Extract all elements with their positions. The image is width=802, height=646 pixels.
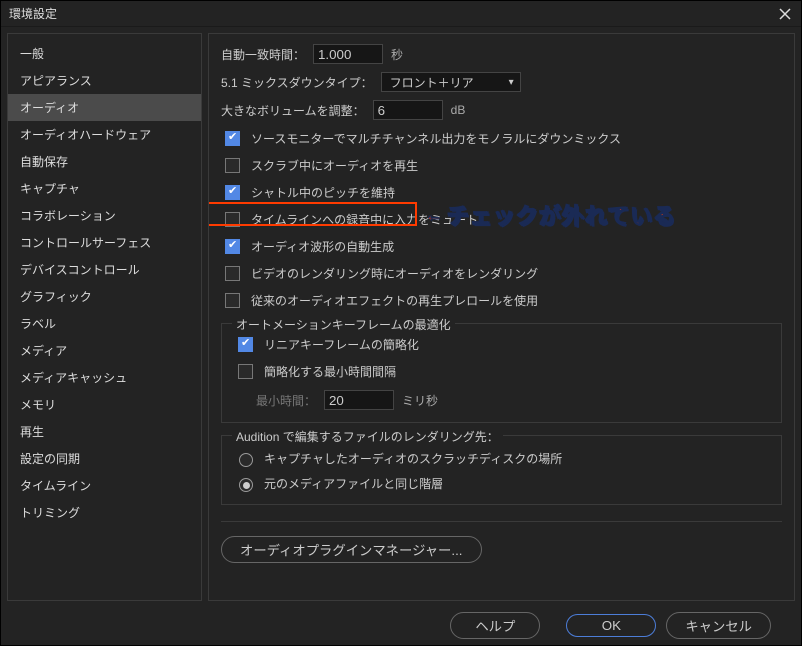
audition-scratch-disk-label: キャプチャしたオーディオのスクラッチディスクの場所 bbox=[264, 450, 562, 467]
large-volume-label: 大きなボリュームを調整： bbox=[221, 102, 365, 119]
sidebar-item[interactable]: コラボレーション bbox=[8, 202, 201, 229]
legacy-preroll-checkbox[interactable] bbox=[225, 293, 240, 308]
sidebar-item[interactable]: ラベル bbox=[8, 310, 201, 337]
close-icon[interactable] bbox=[777, 6, 793, 22]
audio-plugin-manager-button[interactable]: オーディオプラグインマネージャー... bbox=[221, 536, 482, 563]
play-audio-while-scrubbing-label: スクラブ中にオーディオを再生 bbox=[251, 157, 418, 174]
min-time-label: 最小時間： bbox=[256, 392, 316, 409]
audition-render-group: Audition で編集するファイルのレンダリング先： キャプチャしたオーディオ… bbox=[221, 435, 782, 505]
sidebar-item[interactable]: キャプチャ bbox=[8, 175, 201, 202]
audition-scratch-disk-radio[interactable] bbox=[239, 453, 253, 467]
ok-button[interactable]: OK bbox=[566, 614, 656, 637]
auto-match-time-input[interactable] bbox=[313, 44, 383, 64]
sidebar-item[interactable]: 一般 bbox=[8, 40, 201, 67]
sidebar-item[interactable]: オーディオハードウェア bbox=[8, 121, 201, 148]
min-time-input bbox=[324, 390, 394, 410]
downmix-mono-checkbox[interactable] bbox=[225, 131, 240, 146]
category-sidebar: 一般アピアランスオーディオオーディオハードウェア自動保存キャプチャコラボレーショ… bbox=[7, 33, 202, 601]
auto-generate-waveform-checkbox[interactable] bbox=[225, 239, 240, 254]
cancel-button[interactable]: キャンセル bbox=[666, 612, 771, 639]
sidebar-item[interactable]: タイムライン bbox=[8, 472, 201, 499]
annotation-arrow-icon: ← bbox=[425, 205, 443, 226]
play-audio-while-scrubbing-checkbox[interactable] bbox=[225, 158, 240, 173]
sidebar-item[interactable]: デバイスコントロール bbox=[8, 256, 201, 283]
preferences-window: 環境設定 一般アピアランスオーディオオーディオハードウェア自動保存キャプチャコラ… bbox=[0, 0, 802, 646]
sidebar-item[interactable]: 自動保存 bbox=[8, 148, 201, 175]
large-volume-unit: dB bbox=[451, 103, 466, 117]
mixdown-type-label: 5.1 ミックスダウンタイプ： bbox=[221, 74, 373, 91]
min-time-interval-label: 簡略化する最小時間間隔 bbox=[264, 363, 396, 380]
sidebar-item[interactable]: 再生 bbox=[8, 418, 201, 445]
legacy-preroll-label: 従来のオーディオエフェクトの再生プレロールを使用 bbox=[251, 292, 538, 309]
sidebar-item[interactable]: メディアキャッシュ bbox=[8, 364, 201, 391]
automation-keyframe-group: オートメーションキーフレームの最適化 リニアキーフレームの簡略化 簡略化する最小… bbox=[221, 323, 782, 423]
auto-generate-waveform-label: オーディオ波形の自動生成 bbox=[251, 238, 394, 255]
sidebar-item[interactable]: オーディオ bbox=[8, 94, 201, 121]
render-audio-on-video-render-label: ビデオのレンダリング時にオーディオをレンダリング bbox=[251, 265, 538, 282]
min-time-unit: ミリ秒 bbox=[402, 392, 438, 409]
linear-keyframe-thinning-checkbox[interactable] bbox=[238, 337, 253, 352]
maintain-pitch-shuttle-checkbox[interactable] bbox=[225, 185, 240, 200]
audition-same-folder-radio[interactable] bbox=[239, 478, 253, 492]
audition-same-folder-label: 元のメディアファイルと同じ階層 bbox=[264, 475, 443, 492]
mute-input-recording-checkbox[interactable] bbox=[225, 212, 240, 227]
sidebar-item[interactable]: トリミング bbox=[8, 499, 201, 526]
auto-match-time-unit: 秒 bbox=[391, 46, 403, 63]
sidebar-item[interactable]: アピアランス bbox=[8, 67, 201, 94]
audition-render-legend: Audition で編集するファイルのレンダリング先： bbox=[232, 428, 503, 445]
sidebar-item[interactable]: コントロールサーフェス bbox=[8, 229, 201, 256]
downmix-mono-label: ソースモニターでマルチチャンネル出力をモノラルにダウンミックス bbox=[251, 130, 621, 147]
sidebar-item[interactable]: 設定の同期 bbox=[8, 445, 201, 472]
settings-panel: 自動一致時間： 秒 5.1 ミックスダウンタイプ： フロント＋リア 大きなボリュ… bbox=[208, 33, 795, 601]
large-volume-input[interactable] bbox=[373, 100, 443, 120]
window-title: 環境設定 bbox=[9, 5, 57, 22]
sidebar-item[interactable]: グラフィック bbox=[8, 283, 201, 310]
titlebar: 環境設定 bbox=[1, 1, 801, 27]
sidebar-item[interactable]: メディア bbox=[8, 337, 201, 364]
sidebar-item[interactable]: メモリ bbox=[8, 391, 201, 418]
help-button[interactable]: ヘルプ bbox=[450, 612, 540, 639]
maintain-pitch-shuttle-label: シャトル中のピッチを維持 bbox=[251, 184, 395, 201]
dialog-footer: ヘルプ OK キャンセル bbox=[7, 611, 795, 639]
auto-match-time-label: 自動一致時間： bbox=[221, 46, 305, 63]
divider bbox=[221, 521, 782, 522]
render-audio-on-video-render-checkbox[interactable] bbox=[225, 266, 240, 281]
annotation-text: チェックが外れている bbox=[447, 199, 676, 231]
min-time-interval-checkbox[interactable] bbox=[238, 364, 253, 379]
automation-keyframe-legend: オートメーションキーフレームの最適化 bbox=[232, 316, 455, 333]
linear-keyframe-thinning-label: リニアキーフレームの簡略化 bbox=[264, 336, 419, 353]
mixdown-type-select[interactable]: フロント＋リア bbox=[381, 72, 521, 92]
